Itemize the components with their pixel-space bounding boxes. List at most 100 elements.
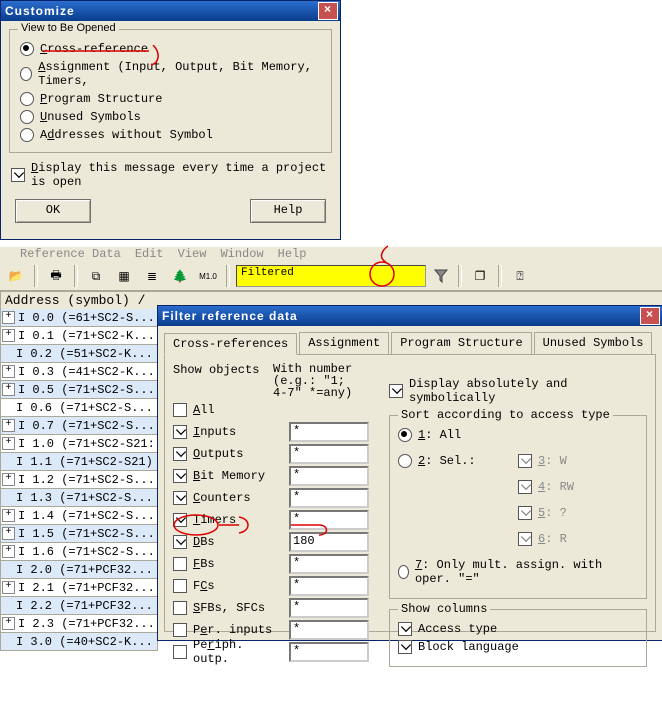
tree-icon[interactable]: 🌲 (168, 264, 192, 288)
obj-fbs[interactable]: FBs* (173, 553, 373, 575)
address-row[interactable]: +I 1.3 (=71+SC2-S... (0, 489, 158, 507)
address-row[interactable]: +I 1.4 (=71+SC2-S... (0, 507, 158, 525)
address-row[interactable]: +I 0.3 (=41+SC2-K... (0, 363, 158, 381)
ok-button[interactable]: OK (15, 199, 91, 223)
checkbox-icon[interactable] (173, 645, 187, 659)
numbox-timers[interactable]: * (289, 510, 369, 530)
display-absolutely-check[interactable]: Display absolutely and symbolically (389, 377, 647, 405)
checkbox-icon[interactable] (173, 513, 187, 527)
radio-icon[interactable] (20, 128, 34, 142)
radio-icon[interactable] (398, 428, 412, 442)
radio-addresses-without-symbol[interactable]: Addresses without Symbol (20, 128, 321, 142)
help-button[interactable]: Help (250, 199, 326, 223)
expand-icon[interactable]: + (2, 527, 15, 540)
address-row[interactable]: +I 0.7 (=71+SC2-S... (0, 417, 158, 435)
expand-icon[interactable]: + (2, 419, 15, 432)
close-icon[interactable]: × (640, 307, 660, 325)
tab-program-structure[interactable]: Program Structure (391, 332, 531, 354)
obj-dbs[interactable]: DBs180 (173, 531, 373, 553)
obj-inputs[interactable]: Inputs* (173, 421, 373, 443)
checkbox-icon[interactable] (173, 491, 187, 505)
grid-icon[interactable]: ▦ (112, 264, 136, 288)
address-row[interactable]: +I 2.3 (=71+PCF32... (0, 615, 158, 633)
expand-icon[interactable]: + (2, 365, 15, 378)
checkbox-icon[interactable] (173, 579, 187, 593)
menu-view[interactable]: View (178, 247, 207, 263)
checkbox-icon[interactable] (173, 535, 187, 549)
obj-bitmemory[interactable]: Bit Memory* (173, 465, 373, 487)
checkbox-icon[interactable] (11, 168, 25, 182)
sort-radio-mult[interactable]: 7: Only mult. assign. with oper. "=" (398, 558, 608, 586)
address-row[interactable]: +I 2.2 (=71+PCF32... (0, 597, 158, 615)
address-row[interactable]: +I 1.0 (=71+SC2-S21: (0, 435, 158, 453)
numbox-counters[interactable]: * (289, 488, 369, 508)
col-access-type[interactable]: Access type (398, 622, 638, 636)
numbox-peroutp[interactable]: * (289, 642, 369, 662)
col-block-language[interactable]: Block language (398, 640, 638, 654)
expand-icon[interactable]: + (2, 437, 15, 450)
numbox-inputs[interactable]: * (289, 422, 369, 442)
tab-assignment[interactable]: Assignment (299, 332, 389, 354)
address-row[interactable]: +I 1.2 (=71+SC2-S... (0, 471, 158, 489)
expand-icon[interactable]: + (2, 329, 15, 342)
radio-assignment[interactable]: Assignment (Input, Output, Bit Memory, T… (20, 60, 321, 88)
radio-unused-symbols[interactable]: Unused Symbols (20, 110, 321, 124)
tab-unused-symbols[interactable]: Unused Symbols (534, 332, 653, 354)
checkbox-icon[interactable] (173, 425, 187, 439)
help-icon[interactable]: ⍰ (508, 264, 532, 288)
open-icon[interactable]: 📂 (4, 264, 28, 288)
radio-icon[interactable] (20, 92, 34, 106)
address-row[interactable]: +I 0.6 (=71+SC2-S... (0, 399, 158, 417)
menu-reference-data[interactable]: Reference Data (20, 247, 121, 263)
sort-radio-sel[interactable]: 2: Sel.: (398, 454, 518, 468)
radio-cross-reference[interactable]: Cross-reference (20, 42, 321, 56)
numbox-dbs[interactable]: 180 (289, 532, 369, 552)
funnel-icon[interactable] (430, 265, 452, 287)
customize-titlebar[interactable]: Customize × (1, 1, 340, 21)
obj-fcs[interactable]: FCs* (173, 575, 373, 597)
radio-icon[interactable] (20, 42, 34, 56)
numbox-fbs[interactable]: * (289, 554, 369, 574)
obj-timers[interactable]: Timers* (173, 509, 373, 531)
radio-icon[interactable] (398, 565, 409, 579)
expand-icon[interactable]: + (2, 509, 15, 522)
checkbox-icon[interactable] (173, 601, 187, 615)
address-row[interactable]: +I 0.0 (=61+SC2-S... (0, 309, 158, 327)
address-row[interactable]: +I 2.0 (=71+PCF32... (0, 561, 158, 579)
numbox-perinp[interactable]: * (289, 620, 369, 640)
expand-icon[interactable]: + (2, 617, 15, 630)
address-row[interactable]: +I 1.5 (=71+SC2-S... (0, 525, 158, 543)
expand-icon[interactable]: + (2, 581, 15, 594)
numbox-sfbs[interactable]: * (289, 598, 369, 618)
checkbox-icon[interactable] (173, 403, 187, 417)
checkbox-icon[interactable] (173, 447, 187, 461)
numbox-outputs[interactable]: * (289, 444, 369, 464)
display-every-time-check[interactable]: Display this message every time a projec… (11, 161, 330, 189)
obj-all[interactable]: All (173, 399, 373, 421)
checkbox-icon[interactable] (173, 557, 187, 571)
tab-cross-references[interactable]: Cross-references (164, 333, 297, 355)
radio-program-structure[interactable]: Program Structure (20, 92, 321, 106)
obj-counters[interactable]: Counters* (173, 487, 373, 509)
obj-outputs[interactable]: Outputs* (173, 443, 373, 465)
obj-peroutp[interactable]: Periph. outp.* (173, 641, 373, 663)
m10-icon[interactable]: M1.0 (196, 264, 220, 288)
address-row[interactable]: +I 0.2 (=51+SC2-K... (0, 345, 158, 363)
window-icon[interactable]: ❐ (468, 264, 492, 288)
checkbox-icon[interactable] (173, 469, 187, 483)
list-icon[interactable]: ≣ (140, 264, 164, 288)
address-row[interactable]: +I 3.0 (=40+SC2-K... (0, 633, 158, 651)
sort-radio-all[interactable]: 1: All (398, 428, 518, 442)
radio-icon[interactable] (20, 67, 32, 81)
obj-sfbs[interactable]: SFBs, SFCs* (173, 597, 373, 619)
numbox-fcs[interactable]: * (289, 576, 369, 596)
expand-icon[interactable]: + (2, 473, 15, 486)
menu-window[interactable]: Window (220, 247, 263, 263)
expand-icon[interactable]: + (2, 545, 15, 558)
address-row[interactable]: +I 1.1 (=71+SC2-S21) (0, 453, 158, 471)
close-icon[interactable]: × (318, 2, 338, 20)
checkbox-icon[interactable] (389, 384, 403, 398)
address-row[interactable]: +I 2.1 (=71+PCF32... (0, 579, 158, 597)
checkbox-icon[interactable] (173, 623, 187, 637)
filter-combo[interactable]: Filtered (236, 265, 426, 287)
